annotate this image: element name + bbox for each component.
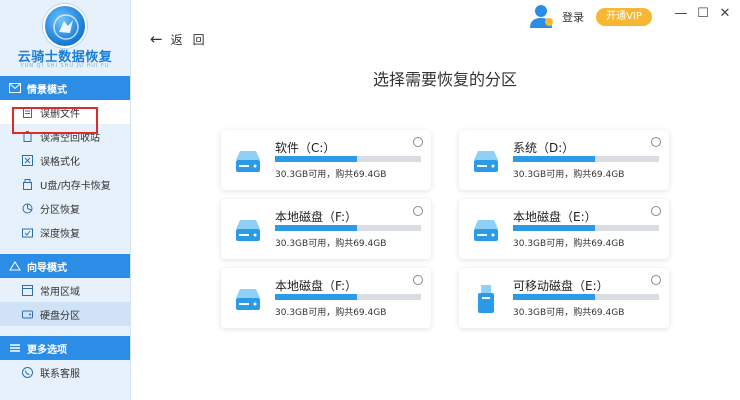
format-icon xyxy=(22,154,33,166)
maximize-button[interactable]: ☐ xyxy=(696,7,710,21)
back-button[interactable]: ← 返回 xyxy=(150,30,215,48)
usage-bar xyxy=(513,225,659,231)
partition-card[interactable]: 系统（D:） 30.3GB可用，购共69.4GB xyxy=(459,130,669,190)
hard-drive-icon xyxy=(474,151,498,172)
window-icon xyxy=(22,284,33,296)
usb-drive-icon xyxy=(23,178,32,190)
partition-card[interactable]: 本地磁盘（F:） 30.3GB可用，购共69.4GB xyxy=(221,199,431,259)
back-label: 返回 xyxy=(170,32,215,47)
sidebar: 云骑士数据恢复 YUN QI SHI SHU JU HUI FU 情景模式 误删… xyxy=(0,0,131,400)
partition-name: 系统（D:） xyxy=(513,141,575,155)
hard-disk-icon xyxy=(22,310,33,318)
section-title: 情景模式 xyxy=(27,84,67,96)
nav-item-label: 硬盘分区 xyxy=(40,310,80,322)
partition-capacity: 30.3GB可用，购共69.4GB xyxy=(513,170,625,180)
nav-item-usb-recovery[interactable]: U盘/内存卡恢复 xyxy=(0,172,130,196)
usage-bar xyxy=(275,294,421,300)
nav-item-recycle-bin[interactable]: 误清空回收站 xyxy=(0,124,130,148)
user-avatar-icon[interactable] xyxy=(528,2,554,30)
hard-drive-icon xyxy=(236,220,260,241)
mail-icon xyxy=(9,83,21,93)
usage-bar-fill xyxy=(513,225,595,231)
usage-bar-fill xyxy=(275,156,357,162)
nav-item-contact-support[interactable]: 联系客服 xyxy=(0,360,130,384)
nav-item-format[interactable]: 误格式化 xyxy=(0,148,130,172)
partition-radio[interactable] xyxy=(651,206,661,216)
partition-radio[interactable] xyxy=(651,137,661,147)
usage-bar-fill xyxy=(275,294,357,300)
usage-bar-fill xyxy=(513,294,595,300)
nav-item-label: 误清空回收站 xyxy=(40,132,100,144)
partition-icon xyxy=(22,203,33,213)
partition-card[interactable]: 本地磁盘（E:） 30.3GB可用，购共69.4GB xyxy=(459,199,669,259)
hard-drive-icon xyxy=(236,289,260,310)
login-link[interactable]: 登录 xyxy=(562,9,584,25)
usage-bar xyxy=(513,294,659,300)
nav-item-label: 分区恢复 xyxy=(40,204,80,216)
section-title: 向导模式 xyxy=(27,262,67,274)
partition-name: 软件（C:） xyxy=(275,141,336,155)
nav-item-label: U盘/内存卡恢复 xyxy=(40,180,111,192)
nav-item-partition-recovery[interactable]: 分区恢复 xyxy=(0,196,130,220)
partition-radio[interactable] xyxy=(413,275,423,285)
usb-drive-icon xyxy=(478,285,494,313)
partition-card[interactable]: 本地磁盘（F:） 30.3GB可用，购共69.4GB xyxy=(221,268,431,328)
hard-drive-icon xyxy=(474,220,498,241)
partition-name: 本地磁盘（E:） xyxy=(513,210,597,224)
hard-drive-icon xyxy=(236,151,260,172)
section-scenario-mode[interactable]: 情景模式 xyxy=(0,76,130,100)
usage-bar-fill xyxy=(513,156,595,162)
usage-bar-fill xyxy=(275,225,357,231)
menu-icon xyxy=(10,344,20,352)
recycle-bin-icon xyxy=(23,130,32,142)
usage-bar xyxy=(275,225,421,231)
partition-name: 本地磁盘（F:） xyxy=(275,279,358,293)
nav-item-deep-recovery[interactable]: 深度恢复 xyxy=(0,220,130,244)
partition-capacity: 30.3GB可用，购共69.4GB xyxy=(275,308,387,318)
nav-item-deleted-files[interactable]: 误删文件 xyxy=(0,100,130,124)
partition-card[interactable]: 可移动磁盘（E:） 30.3GB可用，购共69.4GB xyxy=(459,268,669,328)
file-icon xyxy=(23,106,32,118)
app-logo: 云骑士数据恢复 YUN QI SHI SHU JU HUI FU xyxy=(0,0,130,76)
nav-item-label: 联系客服 xyxy=(40,368,80,380)
close-button[interactable]: ✕ xyxy=(718,7,732,21)
page-title: 选择需要恢复的分区 xyxy=(372,70,517,89)
partition-capacity: 30.3GB可用，购共69.4GB xyxy=(513,239,625,249)
partition-name: 本地磁盘（F:） xyxy=(275,210,358,224)
partition-radio[interactable] xyxy=(651,275,661,285)
usage-bar xyxy=(513,156,659,162)
knight-logo-icon xyxy=(43,4,87,48)
vip-button[interactable]: 开通VIP xyxy=(596,8,652,26)
partition-card[interactable]: 软件（C:） 30.3GB可用，购共69.4GB xyxy=(221,130,431,190)
partition-capacity: 30.3GB可用，购共69.4GB xyxy=(275,170,387,180)
back-arrow-icon: ← xyxy=(150,30,163,48)
partition-capacity: 30.3GB可用，购共69.4GB xyxy=(275,239,387,249)
phone-icon xyxy=(22,366,33,378)
nav-item-common-areas[interactable]: 常用区域 xyxy=(0,278,130,302)
nav-item-label: 深度恢复 xyxy=(40,228,80,240)
section-wizard-mode[interactable]: 向导模式 xyxy=(0,254,130,278)
nav-item-label: 常用区域 xyxy=(40,286,80,298)
deep-scan-icon xyxy=(22,228,33,237)
nav-item-label: 误删文件 xyxy=(40,108,80,120)
partition-radio[interactable] xyxy=(413,206,423,216)
minimize-button[interactable]: — xyxy=(674,7,688,21)
section-title: 更多选项 xyxy=(27,344,67,356)
nav-item-disk-partition[interactable]: 硬盘分区 xyxy=(0,302,130,326)
partition-radio[interactable] xyxy=(413,137,423,147)
section-more-options[interactable]: 更多选项 xyxy=(0,336,130,360)
partition-capacity: 30.3GB可用，购共69.4GB xyxy=(513,308,625,318)
nav-item-label: 误格式化 xyxy=(40,156,80,168)
wizard-icon xyxy=(9,261,21,271)
partition-name: 可移动磁盘（E:） xyxy=(513,279,609,293)
app-subtitle: YUN QI SHI SHU JU HUI FU xyxy=(20,63,110,69)
usage-bar xyxy=(275,156,421,162)
